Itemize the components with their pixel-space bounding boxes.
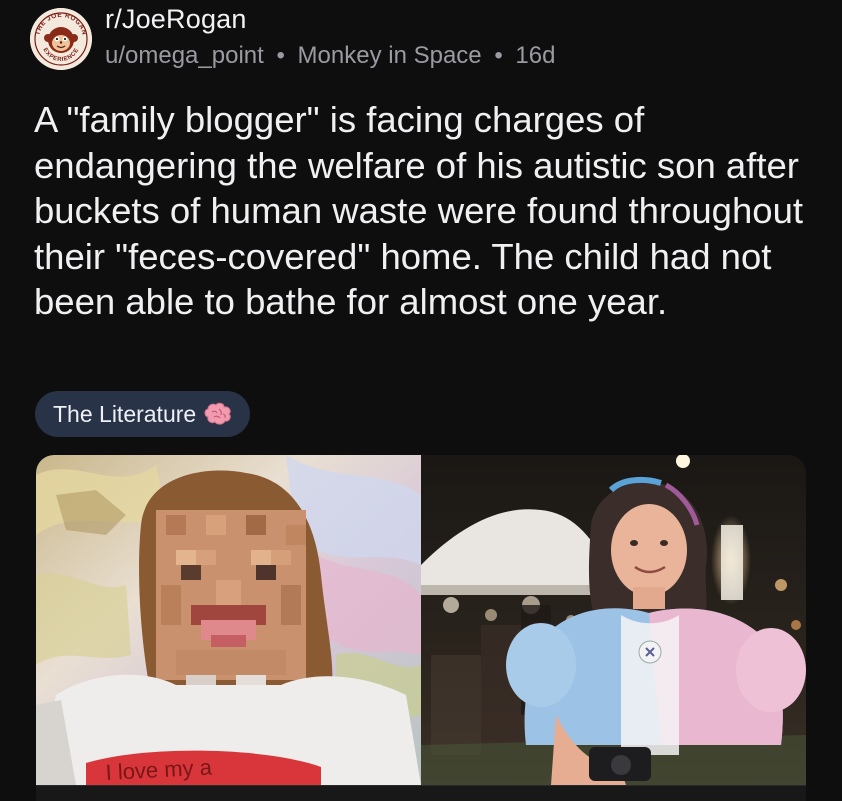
- gallery-image-left: I love my a: [36, 455, 421, 785]
- post-flair-chip[interactable]: The Literature: [35, 391, 251, 437]
- subreddit-name[interactable]: r/JoeRogan: [105, 4, 247, 35]
- gallery-image-right: [421, 455, 806, 785]
- author-username[interactable]: u/omega_point: [105, 42, 264, 69]
- pixelated-face: [156, 510, 306, 695]
- author-flair: Monkey in Space: [297, 42, 482, 69]
- brain-icon: [202, 401, 234, 427]
- post-image-gallery[interactable]: I love my a: [36, 455, 806, 785]
- post-title[interactable]: A "family blogger" is facing charges of …: [34, 97, 814, 325]
- meta-separator: •: [276, 42, 285, 69]
- post-age: 16d: [515, 42, 556, 69]
- post-header: THE JOE ROGAN EXPERIENCE r/JoeRogan u/om…: [0, 0, 842, 80]
- post-meta: u/omega_point • Monkey in Space • 16d: [105, 42, 555, 70]
- joe-rogan-logo-icon: THE JOE ROGAN EXPERIENCE: [30, 8, 92, 70]
- meta-separator: •: [494, 42, 503, 69]
- gallery-caption-bar: [36, 785, 806, 801]
- subreddit-avatar[interactable]: THE JOE ROGAN EXPERIENCE: [30, 8, 92, 70]
- post-flair-label: The Literature: [53, 400, 197, 427]
